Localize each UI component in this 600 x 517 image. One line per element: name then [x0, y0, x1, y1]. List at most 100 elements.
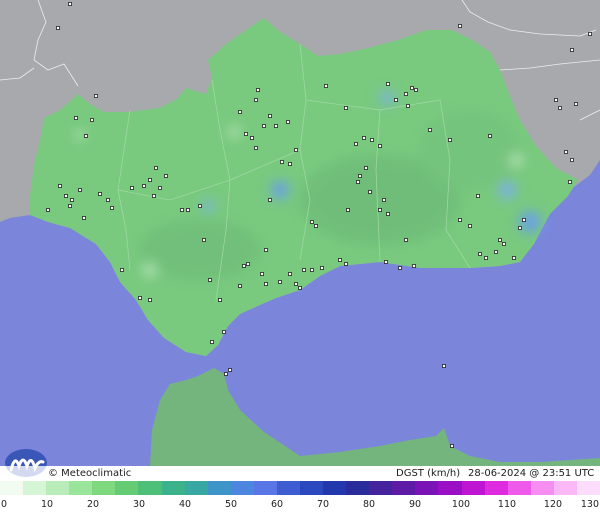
station-marker — [262, 124, 266, 128]
variable-label: DGST (km/h) — [396, 468, 461, 479]
station-marker — [74, 116, 78, 120]
station-marker — [228, 368, 232, 372]
station-marker — [302, 268, 306, 272]
station-marker — [448, 138, 452, 142]
credit-text: © Meteoclimatic — [48, 468, 132, 479]
station-marker — [238, 284, 242, 288]
legend-tick-label: 70 — [316, 499, 330, 510]
legend-tick-label: 110 — [497, 499, 517, 510]
station-marker — [264, 282, 268, 286]
legend-tick-label: 90 — [408, 499, 422, 510]
legend-swatch — [46, 481, 70, 495]
legend-tick-label: 40 — [178, 499, 192, 510]
legend-tick-label: 30 — [132, 499, 146, 510]
station-marker — [244, 132, 248, 136]
legend-tick-label: 50 — [224, 499, 238, 510]
station-marker — [186, 208, 190, 212]
legend-swatch — [323, 481, 347, 495]
station-marker — [412, 264, 416, 268]
station-marker — [222, 330, 226, 334]
station-marker — [404, 238, 408, 242]
legend-swatch — [392, 481, 416, 495]
station-marker — [268, 114, 272, 118]
station-marker — [386, 212, 390, 216]
station-marker — [502, 242, 506, 246]
station-marker — [246, 262, 250, 266]
legend-tick-label: 100 — [451, 499, 471, 510]
legend-swatch — [161, 481, 185, 495]
station-marker — [278, 280, 282, 284]
station-marker — [344, 262, 348, 266]
station-marker — [84, 134, 88, 138]
station-marker — [98, 192, 102, 196]
station-marker — [218, 298, 222, 302]
station-marker — [264, 248, 268, 252]
station-marker — [288, 162, 292, 166]
station-marker — [58, 184, 62, 188]
map-frame: © Meteoclimatic DGST (km/h) 28-06-2024 @… — [0, 0, 600, 517]
color-legend-bar — [0, 481, 600, 495]
station-marker — [142, 184, 146, 188]
info-bar: © Meteoclimatic DGST (km/h) 28-06-2024 @… — [0, 466, 600, 481]
legend-swatch — [530, 481, 554, 495]
legend-swatch — [23, 481, 47, 495]
station-marker — [198, 204, 202, 208]
legend-swatch — [138, 481, 162, 495]
station-marker — [274, 124, 278, 128]
station-marker — [494, 250, 498, 254]
station-marker — [90, 118, 94, 122]
station-marker — [46, 208, 50, 212]
legend-swatch — [92, 481, 116, 495]
station-marker — [574, 102, 578, 106]
station-marker — [378, 208, 382, 212]
station-marker — [564, 150, 568, 154]
station-marker — [202, 238, 206, 242]
station-marker — [468, 224, 472, 228]
station-marker — [498, 238, 502, 242]
station-marker — [224, 372, 228, 376]
legend-tick-label: 80 — [362, 499, 376, 510]
station-marker — [110, 206, 114, 210]
legend-swatch — [69, 481, 93, 495]
station-marker — [238, 110, 242, 114]
station-marker — [346, 208, 350, 212]
station-marker — [362, 136, 366, 140]
station-marker — [94, 94, 98, 98]
legend-swatch — [230, 481, 254, 495]
legend-swatch — [184, 481, 208, 495]
station-marker — [208, 278, 212, 282]
station-marker — [512, 256, 516, 260]
legend-swatch — [369, 481, 393, 495]
station-marker — [406, 104, 410, 108]
station-marker — [148, 298, 152, 302]
station-marker — [64, 194, 68, 198]
station-marker — [384, 260, 388, 264]
station-marker — [570, 158, 574, 162]
legend-tick-label: 130 — [580, 499, 599, 510]
station-marker — [68, 204, 72, 208]
station-marker — [404, 92, 408, 96]
station-marker — [484, 256, 488, 260]
station-marker — [588, 32, 592, 36]
station-marker — [254, 98, 258, 102]
station-marker — [82, 216, 86, 220]
station-marker — [78, 188, 82, 192]
station-marker — [428, 128, 432, 132]
legend-tick-label: 20 — [86, 499, 100, 510]
legend-swatch — [300, 481, 324, 495]
station-marker — [250, 136, 254, 140]
station-marker — [554, 98, 558, 102]
station-marker — [386, 82, 390, 86]
wind-gust-map — [0, 0, 600, 466]
station-marker — [356, 180, 360, 184]
station-marker — [314, 224, 318, 228]
station-marker — [56, 26, 60, 30]
station-marker — [398, 266, 402, 270]
station-marker — [210, 340, 214, 344]
station-marker — [358, 174, 362, 178]
station-marker — [294, 148, 298, 152]
station-marker — [370, 138, 374, 142]
station-marker — [518, 226, 522, 230]
station-marker — [364, 166, 368, 170]
station-marker — [310, 220, 314, 224]
